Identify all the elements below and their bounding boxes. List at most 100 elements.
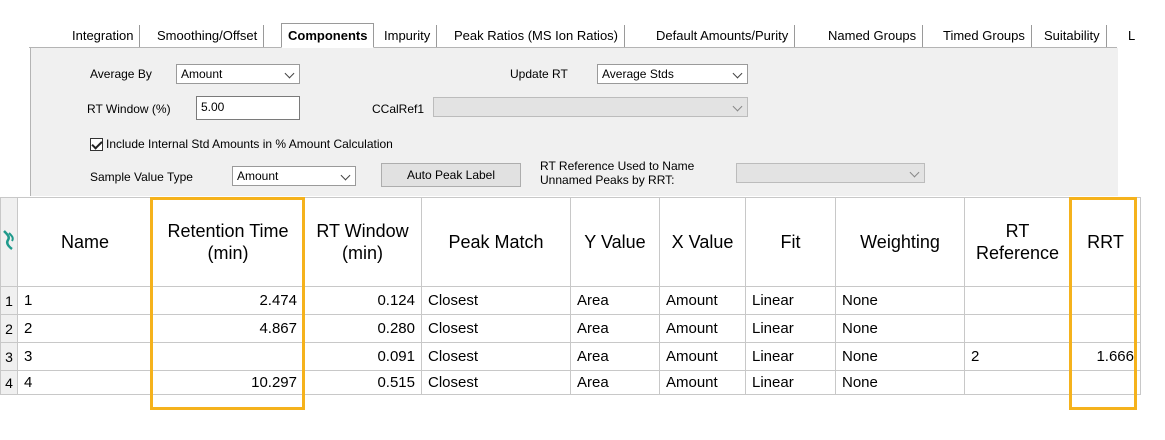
tab-impurity[interactable]: Impurity <box>378 25 438 47</box>
cell-weighting[interactable]: None <box>835 370 965 395</box>
row-number[interactable]: 1 <box>0 286 18 315</box>
tab-overflow[interactable]: L <box>1122 25 1142 47</box>
cell-rrt[interactable] <box>1070 286 1141 315</box>
cell-name[interactable]: 1 <box>17 286 153 315</box>
component-table-icon <box>3 229 14 250</box>
cell-rrt[interactable]: 1.666 <box>1070 342 1141 371</box>
col-header-peak-match[interactable]: Peak Match <box>421 197 571 287</box>
header-x-value-text: X Value <box>671 232 734 252</box>
col-header-rrt[interactable]: RRT <box>1070 197 1141 287</box>
header-name-text: Name <box>60 232 109 252</box>
cell-fit[interactable]: Linear <box>745 286 836 315</box>
sample-value-type-dropdown[interactable]: Amount <box>232 166 356 186</box>
cell-x-value[interactable]: Amount <box>659 286 746 315</box>
header-rtref-line2: Reference <box>975 243 1060 263</box>
col-header-y-value[interactable]: Y Value <box>570 197 660 287</box>
average-by-label: Average By <box>90 67 152 81</box>
row-number[interactable]: 3 <box>0 342 18 371</box>
cell-rrt[interactable] <box>1070 370 1141 395</box>
cell-retention-time[interactable]: 2.474 <box>152 286 304 315</box>
auto-peak-label-button[interactable]: Auto Peak Label <box>381 163 521 187</box>
col-header-fit[interactable]: Fit <box>745 197 836 287</box>
cell-name[interactable]: 2 <box>17 314 153 343</box>
ccalref-dropdown[interactable] <box>433 97 748 117</box>
table-row[interactable]: 1 1 2.474 0.124 Closest Area Amount Line… <box>0 286 1141 315</box>
cell-rt-reference[interactable] <box>964 370 1071 395</box>
header-rtref-line1: RT <box>1005 221 1030 241</box>
table-corner[interactable] <box>0 197 18 287</box>
update-rt-value: Average Stds <box>602 67 674 81</box>
tab-named-groups[interactable]: Named Groups <box>822 25 924 47</box>
cell-rt-reference[interactable] <box>964 286 1071 315</box>
header-rrt-text: RRT <box>1087 232 1124 252</box>
cell-name[interactable]: 3 <box>17 342 153 371</box>
tab-components[interactable]: Components <box>281 23 375 48</box>
chevron-down-icon <box>284 68 295 79</box>
components-table: Name Retention Time (min) RT Window (min) … <box>0 197 1141 395</box>
row-number[interactable]: 4 <box>0 370 18 395</box>
cell-peak-match[interactable]: Closest <box>421 286 571 315</box>
cell-rt-reference[interactable]: 2 <box>964 342 1071 371</box>
cell-fit[interactable]: Linear <box>745 370 836 395</box>
rt-window-input[interactable]: 5.00 <box>196 96 300 120</box>
cell-rt-window[interactable]: 0.515 <box>303 370 422 395</box>
cell-x-value[interactable]: Amount <box>659 314 746 343</box>
cell-retention-time[interactable]: 4.867 <box>152 314 304 343</box>
cell-weighting[interactable]: None <box>835 342 965 371</box>
cell-name[interactable]: 4 <box>17 370 153 395</box>
col-header-weighting[interactable]: Weighting <box>835 197 965 287</box>
cell-retention-time[interactable] <box>152 342 304 371</box>
table-row[interactable]: 2 2 4.867 0.280 Closest Area Amount Line… <box>0 314 1141 343</box>
col-header-name[interactable]: Name <box>17 197 153 287</box>
cell-rt-window[interactable]: 0.124 <box>303 286 422 315</box>
cell-x-value[interactable]: Amount <box>659 342 746 371</box>
header-y-value-text: Y Value <box>584 232 646 252</box>
rt-reference-label-line2: Unnamed Peaks by RRT: <box>540 173 675 187</box>
cell-y-value[interactable]: Area <box>570 342 660 371</box>
col-header-rt-reference[interactable]: RT Reference <box>964 197 1071 287</box>
table-row[interactable]: 3 3 0.091 Closest Area Amount Linear Non… <box>0 342 1141 371</box>
chevron-down-icon <box>340 170 351 181</box>
cell-rt-reference[interactable] <box>964 314 1071 343</box>
tab-default-amounts-purity[interactable]: Default Amounts/Purity <box>650 25 796 47</box>
sample-value-type-value: Amount <box>237 169 279 183</box>
rt-reference-dropdown[interactable] <box>736 163 925 183</box>
row-number[interactable]: 2 <box>0 314 18 343</box>
header-fit-text: Fit <box>780 232 801 252</box>
cell-y-value[interactable]: Area <box>570 370 660 395</box>
header-weighting-text: Weighting <box>860 232 940 252</box>
cell-peak-match[interactable]: Closest <box>421 342 571 371</box>
cell-fit[interactable]: Linear <box>745 314 836 343</box>
cell-x-value[interactable]: Amount <box>659 370 746 395</box>
table-header-row: Name Retention Time (min) RT Window (min) … <box>0 197 1141 287</box>
cell-rrt[interactable] <box>1070 314 1141 343</box>
header-peak-match-text: Peak Match <box>448 232 544 252</box>
cell-retention-time[interactable]: 10.297 <box>152 370 304 395</box>
cell-weighting[interactable]: None <box>835 314 965 343</box>
header-rtw-line2: (min) <box>342 243 383 263</box>
cell-weighting[interactable]: None <box>835 286 965 315</box>
cell-rt-window[interactable]: 0.280 <box>303 314 422 343</box>
chevron-down-icon <box>732 101 743 112</box>
tab-integration[interactable]: Integration <box>66 25 141 47</box>
tab-suitability[interactable]: Suitability <box>1038 25 1107 47</box>
cell-fit[interactable]: Linear <box>745 342 836 371</box>
header-rt-line1: Retention Time <box>167 221 289 241</box>
col-header-rt-window[interactable]: RT Window (min) <box>303 197 422 287</box>
tab-timed-groups[interactable]: Timed Groups <box>937 25 1032 47</box>
cell-peak-match[interactable]: Closest <box>421 370 571 395</box>
update-rt-dropdown[interactable]: Average Stds <box>597 64 748 84</box>
col-header-retention-time[interactable]: Retention Time (min) <box>152 197 304 287</box>
cell-peak-match[interactable]: Closest <box>421 314 571 343</box>
tab-smoothing-offset[interactable]: Smoothing/Offset <box>151 25 265 47</box>
tab-peak-ratios[interactable]: Peak Ratios (MS Ion Ratios) <box>448 25 626 47</box>
cell-y-value[interactable]: Area <box>570 286 660 315</box>
table-row[interactable]: 4 4 10.297 0.515 Closest Area Amount Lin… <box>0 370 1141 395</box>
sample-value-type-label: Sample Value Type <box>90 170 193 184</box>
chevron-down-icon <box>732 68 743 79</box>
cell-rt-window[interactable]: 0.091 <box>303 342 422 371</box>
average-by-dropdown[interactable]: Amount <box>176 64 300 84</box>
cell-y-value[interactable]: Area <box>570 314 660 343</box>
include-internal-std-checkbox[interactable] <box>90 138 103 151</box>
col-header-x-value[interactable]: X Value <box>659 197 746 287</box>
